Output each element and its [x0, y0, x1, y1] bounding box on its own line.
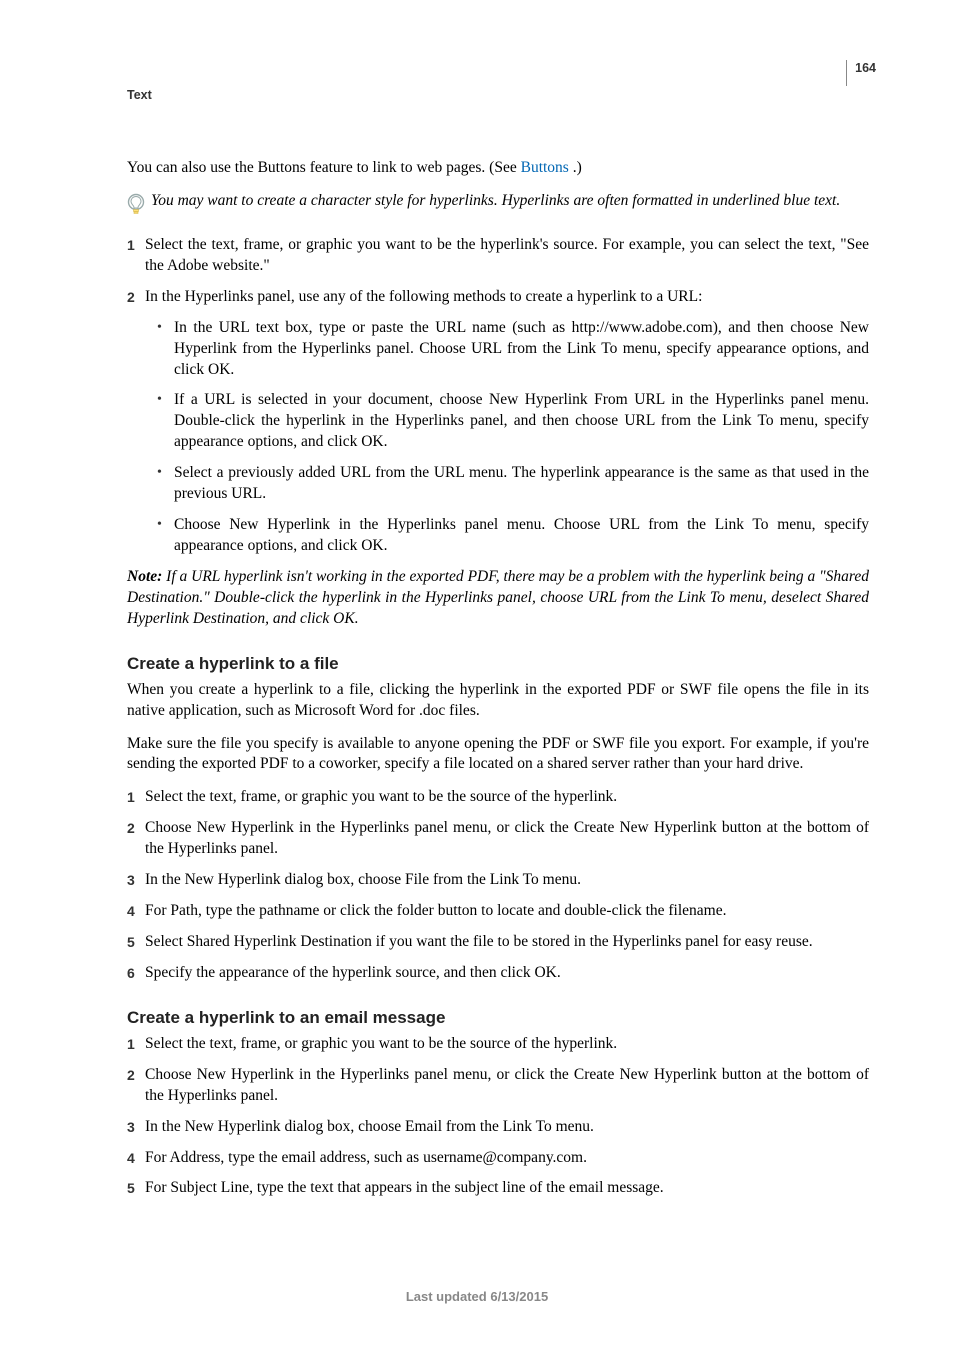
steps-file: 1Select the text, frame, or graphic you … — [127, 787, 869, 983]
page-number-container: 164 — [846, 60, 876, 86]
step-text: Select the text, frame, or graphic you w… — [145, 235, 869, 277]
intro-text-pre: You can also use the Buttons feature to … — [127, 159, 521, 176]
step-text: In the New Hyperlink dialog box, choose … — [145, 1117, 869, 1138]
footer-last-updated: Last updated 6/13/2015 — [0, 1289, 954, 1304]
step-text: Choose New Hyperlink in the Hyperlinks p… — [145, 818, 869, 860]
step-number: 1 — [127, 787, 145, 807]
step-number: 5 — [127, 932, 145, 952]
page-number: 164 — [855, 60, 876, 75]
bullet-item: • Select a previously added URL from the… — [157, 463, 869, 505]
bullet-icon: • — [157, 463, 174, 483]
step-number: 6 — [127, 963, 145, 983]
steps-email: 1Select the text, frame, or graphic you … — [127, 1034, 869, 1200]
step-item: 5For Subject Line, type the text that ap… — [127, 1178, 869, 1199]
tip-text: You may want to create a character style… — [151, 191, 840, 212]
page: 164 Text You can also use the Buttons fe… — [0, 0, 954, 1350]
buttons-link[interactable]: Buttons — [521, 159, 569, 176]
bullet-list: • In the URL text box, type or paste the… — [127, 318, 869, 557]
step-number: 5 — [127, 1178, 145, 1198]
bullet-item: • Choose New Hyperlink in the Hyperlinks… — [157, 515, 869, 557]
note-paragraph: Note: If a URL hyperlink isn't working i… — [127, 567, 869, 630]
step-number: 2 — [127, 818, 145, 838]
lightbulb-icon — [127, 193, 145, 217]
step-item: 3In the New Hyperlink dialog box, choose… — [127, 870, 869, 891]
tip-callout: You may want to create a character style… — [127, 191, 869, 217]
bullet-text: If a URL is selected in your document, c… — [174, 390, 869, 453]
step-number: 1 — [127, 235, 145, 255]
step-item: 1 Select the text, frame, or graphic you… — [127, 235, 869, 277]
step-text: In the New Hyperlink dialog box, choose … — [145, 870, 869, 891]
intro-paragraph: You can also use the Buttons feature to … — [127, 158, 869, 179]
step-text: Specify the appearance of the hyperlink … — [145, 963, 869, 984]
file-paragraph-1: When you create a hyperlink to a file, c… — [127, 680, 869, 722]
step-text: For Address, type the email address, suc… — [145, 1148, 869, 1169]
intro-text-post: .) — [569, 159, 582, 176]
bullet-text: Select a previously added URL from the U… — [174, 463, 869, 505]
step-text: In the Hyperlinks panel, use any of the … — [145, 287, 869, 308]
step-item: 1Select the text, frame, or graphic you … — [127, 787, 869, 808]
step-item: 3In the New Hyperlink dialog box, choose… — [127, 1117, 869, 1138]
step-item: 2Choose New Hyperlink in the Hyperlinks … — [127, 1065, 869, 1107]
bullet-item: • If a URL is selected in your document,… — [157, 390, 869, 453]
bullet-text: Choose New Hyperlink in the Hyperlinks p… — [174, 515, 869, 557]
note-body: If a URL hyperlink isn't working in the … — [127, 568, 869, 627]
bullet-icon: • — [157, 390, 174, 410]
bullet-icon: • — [157, 318, 174, 338]
heading-email: Create a hyperlink to an email message — [127, 1008, 869, 1028]
step-item: 2Choose New Hyperlink in the Hyperlinks … — [127, 818, 869, 860]
step-text: Select the text, frame, or graphic you w… — [145, 787, 869, 808]
step-item: 5Select Shared Hyperlink Destination if … — [127, 932, 869, 953]
step-text: Select the text, frame, or graphic you w… — [145, 1034, 869, 1055]
step-number: 4 — [127, 1148, 145, 1168]
step-number: 2 — [127, 1065, 145, 1085]
step-text: For Path, type the pathname or click the… — [145, 901, 869, 922]
step-number: 3 — [127, 1117, 145, 1137]
step-text: For Subject Line, type the text that app… — [145, 1178, 869, 1199]
heading-file: Create a hyperlink to a file — [127, 654, 869, 674]
bullet-icon: • — [157, 515, 174, 535]
step-number: 2 — [127, 287, 145, 307]
step-number: 1 — [127, 1034, 145, 1054]
step-item: 1Select the text, frame, or graphic you … — [127, 1034, 869, 1055]
bullet-item: • In the URL text box, type or paste the… — [157, 318, 869, 381]
step-item: 4For Address, type the email address, su… — [127, 1148, 869, 1169]
file-paragraph-2: Make sure the file you specify is availa… — [127, 734, 869, 776]
step-item: 2 In the Hyperlinks panel, use any of th… — [127, 287, 869, 308]
running-header: Text — [127, 88, 869, 102]
step-text: Select Shared Hyperlink Destination if y… — [145, 932, 869, 953]
step-number: 4 — [127, 901, 145, 921]
step-item: 6Specify the appearance of the hyperlink… — [127, 963, 869, 984]
step-text: Choose New Hyperlink in the Hyperlinks p… — [145, 1065, 869, 1107]
step-item: 4For Path, type the pathname or click th… — [127, 901, 869, 922]
note-label: Note: — [127, 568, 166, 585]
steps-url: 1 Select the text, frame, or graphic you… — [127, 235, 869, 557]
step-number: 3 — [127, 870, 145, 890]
bullet-text: In the URL text box, type or paste the U… — [174, 318, 869, 381]
